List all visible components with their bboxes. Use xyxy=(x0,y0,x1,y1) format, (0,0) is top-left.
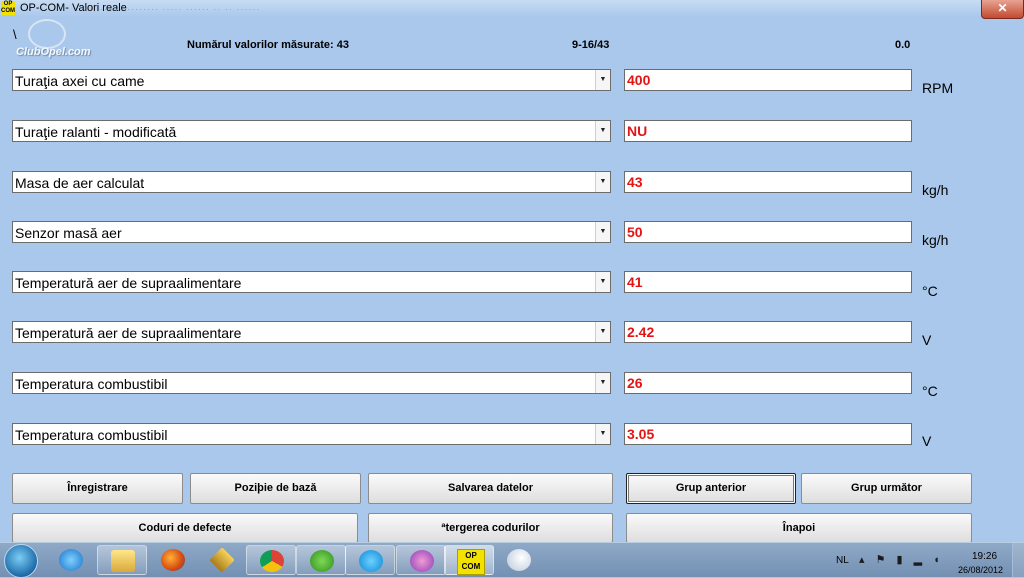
taskbar-opcom[interactable]: OP COM xyxy=(444,545,494,575)
next-group-button[interactable]: Grup următor xyxy=(801,473,972,504)
opcom-app-icon: OP COM xyxy=(1,1,15,15)
value-text: 26 xyxy=(627,375,643,391)
start-button-icon[interactable] xyxy=(4,544,38,578)
title-bar[interactable]: OP COM OP-COM- Valori reale ··· ·· ·····… xyxy=(0,0,1024,19)
taskbar-chrome[interactable] xyxy=(246,545,296,575)
parameter-select[interactable]: Temperatura combustibil ▼ xyxy=(12,372,611,394)
value-field: 400 xyxy=(624,69,912,91)
parameter-label: Turaţie ralanti - modificată xyxy=(15,124,177,140)
parameter-select[interactable]: Temperatură aer de supraalimentare ▼ xyxy=(12,321,611,343)
parameter-label: Temperatură aer de supraalimentare xyxy=(15,325,242,341)
utorrent-icon xyxy=(310,550,334,572)
unit-label: °C xyxy=(922,283,938,299)
value-text: 41 xyxy=(627,274,643,290)
unit-label: RPM xyxy=(922,80,954,96)
value-field: 3.05 xyxy=(624,423,912,445)
app-icon xyxy=(209,547,235,573)
taskbar-firefox[interactable] xyxy=(148,545,198,575)
value-text: 400 xyxy=(627,72,651,88)
internet-explorer-icon xyxy=(59,549,83,571)
taskbar: OP COM NL ▴ ⚑ ▮ ▂ ◖ 19:26 26/08/2012 xyxy=(0,542,1024,578)
parameter-label: Temperatura combustibil xyxy=(15,427,168,443)
dropdown-arrow-icon[interactable]: ▼ xyxy=(595,322,610,342)
taskbar-explorer[interactable] xyxy=(97,545,147,575)
clock-date[interactable]: 26/08/2012 xyxy=(958,565,1003,575)
parameter-select[interactable]: Masa de aer calculat ▼ xyxy=(12,171,611,193)
messenger-icon xyxy=(410,550,434,572)
parameter-select[interactable]: Temperatura combustibil ▼ xyxy=(12,423,611,445)
parameter-label: Turaţia axei cu came xyxy=(15,73,145,89)
dropdown-arrow-icon[interactable]: ▼ xyxy=(595,424,610,444)
parameter-select[interactable]: Turaţia axei cu came ▼ xyxy=(12,69,611,91)
blurred-caption: ··· ·· ········ ····· ······ ·· ·· ·····… xyxy=(100,4,261,14)
group-range: 9-16/43 xyxy=(572,39,610,51)
record-button[interactable]: Înregistrare xyxy=(12,473,183,504)
skype-icon xyxy=(359,550,383,572)
parameter-select[interactable]: Turaţie ralanti - modificată ▼ xyxy=(12,120,611,142)
value-field: 43 xyxy=(624,171,912,193)
opel-logo-icon xyxy=(28,19,66,49)
previous-group-button[interactable]: Grup anterior xyxy=(626,473,796,504)
clubopel-watermark: ClubOpel.com xyxy=(16,46,91,58)
chrome-icon xyxy=(260,550,284,572)
value-text: 43 xyxy=(627,174,643,190)
clear-codes-button[interactable]: ªtergerea codurilor xyxy=(368,513,613,543)
value-field: 41 xyxy=(624,271,912,293)
dropdown-arrow-icon[interactable]: ▼ xyxy=(595,222,610,242)
show-desktop-button[interactable] xyxy=(1012,543,1024,577)
dropdown-arrow-icon[interactable]: ▼ xyxy=(595,70,610,90)
opcom-icon: OP COM xyxy=(457,549,485,575)
measured-values-count: Numărul valorilor măsurate: 43 xyxy=(187,39,350,51)
firefox-icon xyxy=(161,549,185,571)
folder-icon xyxy=(111,550,135,572)
close-button[interactable]: ✕ xyxy=(981,0,1024,19)
system-tray-icons[interactable]: ▴ ⚑ ▮ ▂ ◖ xyxy=(859,553,944,566)
unit-label: kg/h xyxy=(922,182,949,198)
value-field: 26 xyxy=(624,372,912,394)
base-position-button[interactable]: Poziþie de bază xyxy=(190,473,361,504)
parameter-label: Temperatură aer de supraalimentare xyxy=(15,275,242,291)
language-indicator[interactable]: NL xyxy=(836,555,849,566)
parameter-label: Senzor masă aer xyxy=(15,225,122,241)
taskbar-skype[interactable] xyxy=(345,545,395,575)
dropdown-arrow-icon[interactable]: ▼ xyxy=(595,373,610,393)
value-text: NU xyxy=(627,123,648,139)
unit-label: V xyxy=(922,332,932,348)
unit-label: V xyxy=(922,433,932,449)
dropdown-arrow-icon[interactable]: ▼ xyxy=(595,121,610,141)
parameter-label: Masa de aer calculat xyxy=(15,175,145,191)
taskbar-internet-explorer[interactable] xyxy=(46,545,96,575)
value-text: 2.42 xyxy=(627,324,655,340)
fault-codes-button[interactable]: Coduri de defecte xyxy=(12,513,358,543)
value-field: 50 xyxy=(624,221,912,243)
parameter-label: Temperatura combustibil xyxy=(15,376,168,392)
value-field: 2.42 xyxy=(624,321,912,343)
value-field: NU xyxy=(624,120,912,142)
dropdown-arrow-icon[interactable]: ▼ xyxy=(595,172,610,192)
parameter-select[interactable]: Senzor masă aer ▼ xyxy=(12,221,611,243)
unit-label: kg/h xyxy=(922,232,949,248)
logo-slash: \ xyxy=(13,27,17,42)
parameter-select[interactable]: Temperatură aer de supraalimentare ▼ xyxy=(12,271,611,293)
back-button[interactable]: Înapoi xyxy=(626,513,972,543)
taskbar-paint[interactable] xyxy=(494,545,544,575)
value-text: 50 xyxy=(627,224,643,240)
taskbar-app[interactable] xyxy=(197,545,247,575)
dropdown-arrow-icon[interactable]: ▼ xyxy=(595,272,610,292)
clock-time[interactable]: 19:26 xyxy=(972,551,997,562)
unit-label: °C xyxy=(922,383,938,399)
taskbar-messenger[interactable] xyxy=(396,545,446,575)
save-data-button[interactable]: Salvarea datelor xyxy=(368,473,613,504)
value-text: 3.05 xyxy=(627,426,655,442)
taskbar-utorrent[interactable] xyxy=(296,545,346,575)
paint-palette-icon xyxy=(507,549,531,571)
header-value: 0.0 xyxy=(895,39,911,51)
